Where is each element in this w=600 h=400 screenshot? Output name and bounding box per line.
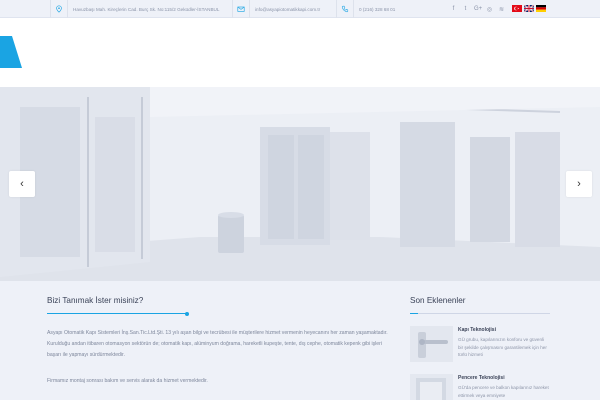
about-title: Bizi Tanımak İster misiniz? (47, 296, 144, 305)
language-flags (512, 5, 546, 12)
recent-underline-bar (410, 313, 418, 314)
news-item-title[interactable]: Kapı Teknolojisi (458, 327, 496, 333)
news-item[interactable]: Pencere Teknolojisi GÜ'da pencere ve bal… (410, 374, 550, 400)
google-plus-icon[interactable]: G+ (474, 6, 482, 12)
window-thumbnail[interactable] (410, 374, 453, 400)
recent-title: Son Eklenenler (410, 296, 466, 305)
news-item-desc: GÜ'da pencere ve balkon kapılarınız hare… (458, 385, 549, 398)
envelope-icon (232, 0, 250, 18)
about-underline-dot (185, 311, 189, 316)
news-item[interactable]: Kapı Teknolojisi GÜ grubu, kapılarınızın… (410, 326, 550, 366)
email-link[interactable]: info@asyapiotomatikkapi.com.tr (255, 7, 320, 12)
phone-item[interactable]: 0 (216) 328 68 01 (336, 0, 395, 18)
location-icon (50, 0, 68, 18)
door-handle-thumbnail[interactable] (410, 326, 453, 362)
top-info-bar: Havuzbaşı Mah. Kireçlerin Cad. Burç Sk. … (0, 0, 600, 18)
chevron-left-icon: ‹ (20, 178, 24, 190)
email-item[interactable]: info@asyapiotomatikkapi.com.tr (232, 0, 320, 18)
turkish-flag-icon[interactable] (512, 5, 522, 12)
about-underline-bar (47, 313, 187, 314)
phone-text[interactable]: 0 (216) 328 68 01 (359, 7, 395, 12)
site-header (0, 18, 600, 87)
news-item-title[interactable]: Pencere Teknolojisi (458, 375, 505, 381)
address-text: Havuzbaşı Mah. Kireçlerin Cad. Burç Sk. … (73, 6, 220, 12)
instagram-icon[interactable]: ◎ (486, 6, 493, 13)
about-paragraph: Asyapı Otomatik Kapı Sistemleri İnş.San.… (47, 330, 388, 359)
address-item: Havuzbaşı Mah. Kireçlerin Cad. Burç Sk. … (50, 0, 219, 18)
uk-flag-icon[interactable] (524, 5, 534, 12)
about-paragraph-service: Firmamız montaj sonrası bakım ve servis … (47, 378, 208, 384)
facebook-icon[interactable]: f (450, 6, 457, 12)
news-item-desc: GÜ grubu, kapılarınızın konforu ve güven… (458, 337, 547, 357)
slider-next-button[interactable]: › (566, 171, 592, 197)
slider-prev-button[interactable]: ‹ (9, 171, 35, 197)
social-links: f t G+ ◎ ≋ (450, 0, 505, 18)
about-underline (47, 311, 189, 316)
chevron-right-icon: › (577, 178, 581, 190)
recent-underline (410, 313, 550, 314)
hero-image (0, 87, 600, 281)
phone-icon (336, 0, 354, 18)
german-flag-icon[interactable] (536, 5, 546, 12)
hero-slider: ‹ › (0, 87, 600, 281)
twitter-icon[interactable]: t (462, 6, 469, 12)
logo-shape[interactable] (0, 36, 22, 68)
rss-icon[interactable]: ≋ (498, 6, 505, 13)
